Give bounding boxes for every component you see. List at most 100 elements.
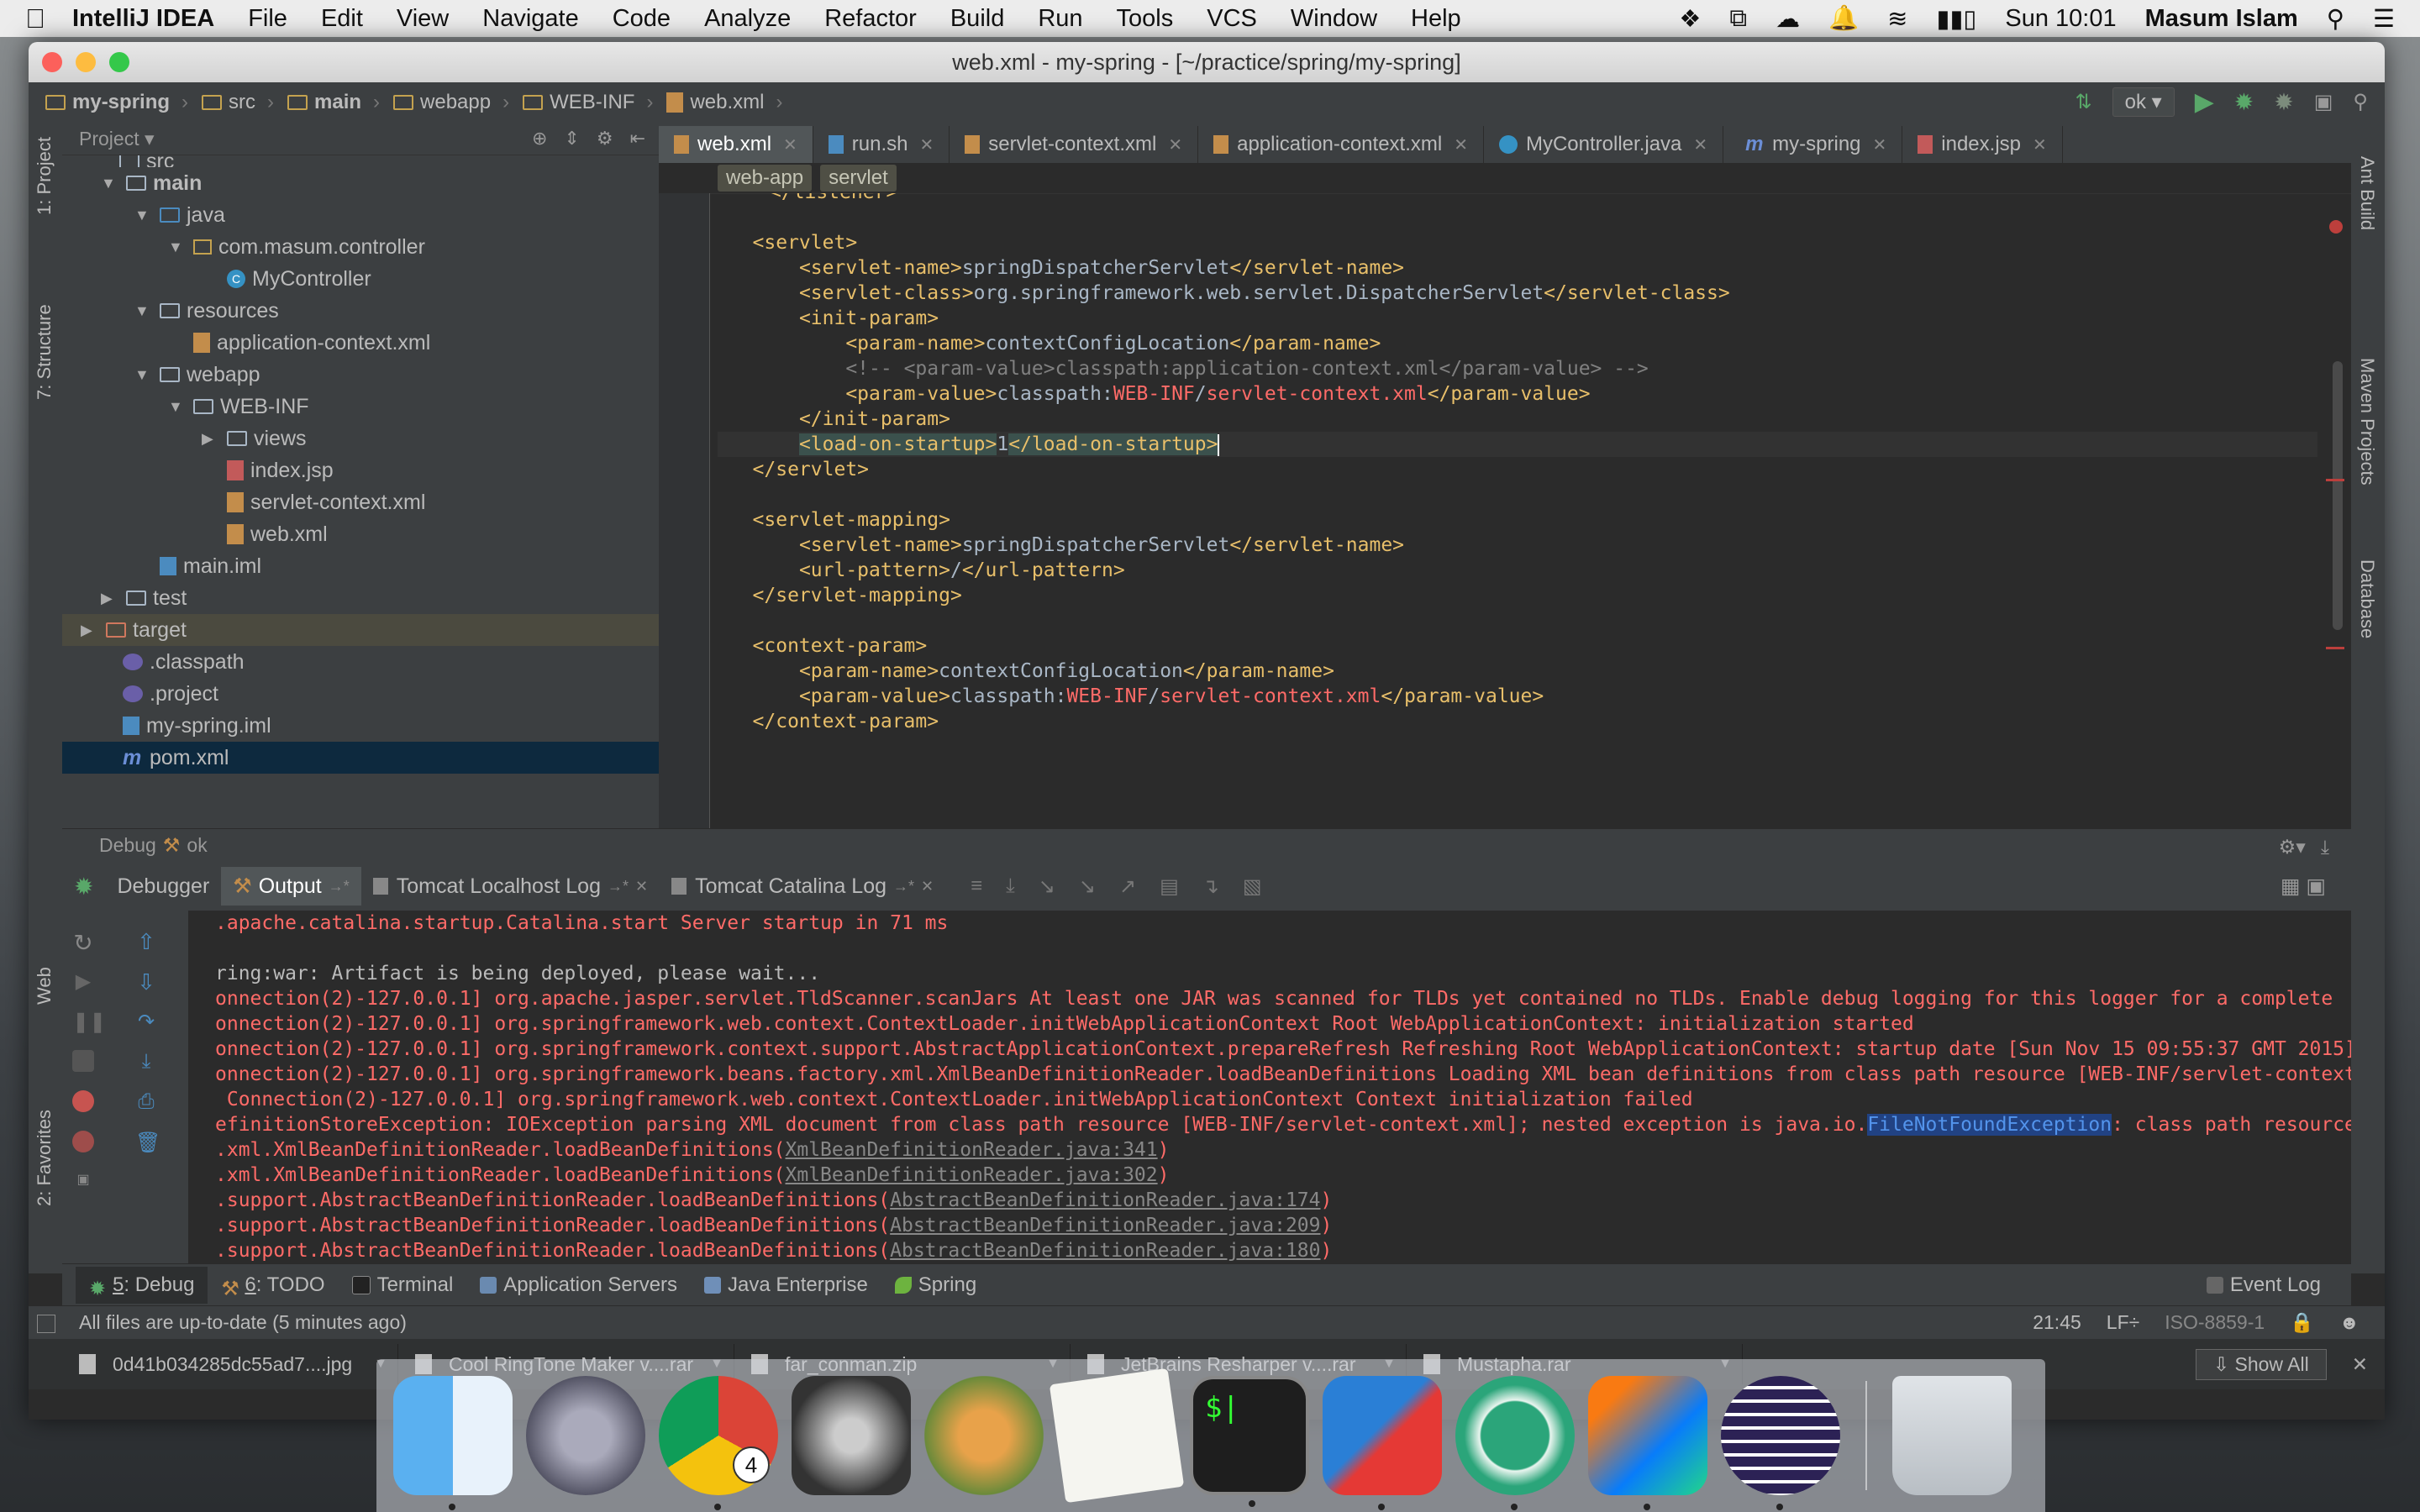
close-downloads-icon[interactable]: ✕ [2352, 1353, 2368, 1376]
close-tab-icon[interactable]: ✕ [1168, 134, 1182, 155]
gear-icon[interactable]: ⚙▾ [2279, 836, 2306, 858]
close-tab-icon[interactable]: ✕ [783, 134, 797, 155]
tree-node-index-jsp[interactable]: index.jsp [62, 454, 659, 486]
project-structure-icon[interactable]: ▣ [2314, 90, 2333, 114]
scroll-to-end-icon[interactable]: ⤓ [135, 1050, 157, 1073]
tree-node-target[interactable]: ▶ target [62, 614, 659, 646]
layout-settings-icon[interactable]: ▦ ▣ [2281, 874, 2326, 899]
intellij-idea-icon[interactable] [1588, 1376, 1707, 1510]
tab-tomcat-catalina-log[interactable]: Tomcat Catalina Log →* ✕ [660, 867, 945, 906]
download-item[interactable]: 0d41b034285dc55ad7....jpg▼ [62, 1344, 398, 1384]
event-log-tool-button[interactable]: Event Log [2193, 1267, 2334, 1304]
stack-trace-link[interactable]: AbstractBeanDefinitionReader.java:180 [890, 1240, 1320, 1262]
terminal-tool-button[interactable]: Terminal [339, 1267, 467, 1304]
cloud-icon[interactable]: ☁ [1776, 4, 1800, 34]
tree-node-project-file[interactable]: .project [62, 678, 659, 710]
tree-node-main[interactable]: ▼ main [62, 167, 659, 199]
expanded-arrow-icon[interactable]: ▼ [134, 302, 153, 320]
notification-bell-icon[interactable]: 🔔 [1828, 4, 1859, 33]
evaluate-expression-icon[interactable]: ▧ [1243, 874, 1262, 899]
screen-icon[interactable]: ⧉ [1729, 5, 1747, 33]
application-servers-tool-button[interactable]: Application Servers [466, 1267, 691, 1304]
minimize-window-button[interactable] [76, 52, 96, 72]
step-out-icon[interactable]: ↗ [1119, 874, 1136, 899]
pin-tab-icon[interactable]: →* [608, 878, 629, 895]
stop-icon[interactable] [72, 1050, 94, 1072]
tree-node-mycontroller[interactable]: C MyController [62, 263, 659, 295]
todo-tool-button[interactable]: ⚒ 6: TODO [208, 1267, 338, 1304]
stack-trace-link[interactable]: AbstractBeanDefinitionReader.java:174 [890, 1189, 1320, 1211]
tab-mycontroller[interactable]: MyController.java ✕ [1484, 126, 1724, 163]
editor-gutter[interactable] [659, 193, 710, 828]
notification-center-icon[interactable]: ☰ [2373, 4, 2395, 34]
error-indicator-icon[interactable] [2329, 220, 2343, 234]
database-tool-tab[interactable]: Database [2356, 559, 2378, 638]
battery-icon[interactable]: ▮▮▯ [1936, 4, 1976, 34]
tree-node-web-inf[interactable]: ▼ WEB-INF [62, 391, 659, 423]
chrome-icon[interactable]: 4 [659, 1376, 778, 1510]
tab-tomcat-localhost-log[interactable]: Tomcat Localhost Log →* ✕ [361, 867, 660, 906]
search-everywhere-icon[interactable]: ⚲ [2353, 90, 2368, 114]
tree-node-web-xml[interactable]: web.xml [62, 518, 659, 550]
stack-trace-link[interactable]: AbstractBeanDefinitionReader.java:209 [890, 1215, 1320, 1236]
editor-scrollbar[interactable] [2326, 193, 2346, 828]
error-stripe-mark[interactable] [2326, 479, 2344, 481]
coverage-icon[interactable]: ✹ [2274, 88, 2293, 116]
breadcrumb-main[interactable]: main › [287, 91, 380, 114]
project-tool-tab[interactable]: 1: Project [34, 137, 55, 215]
step-into-icon[interactable]: ↘ [1039, 874, 1055, 899]
vmware-icon[interactable] [1323, 1376, 1442, 1510]
resume-icon[interactable]: ▶ [72, 969, 94, 993]
menu-edit[interactable]: Edit [321, 5, 363, 33]
pin-tab-icon[interactable]: →* [329, 878, 350, 895]
pause-icon[interactable]: ❚❚ [72, 1010, 106, 1033]
vcs-update-icon[interactable]: ⇅ [2075, 90, 2092, 114]
menu-build[interactable]: Build [950, 5, 1005, 33]
run-to-cursor-icon[interactable]: ↴ [1202, 874, 1219, 899]
atom-icon[interactable] [1455, 1376, 1575, 1510]
menu-refactor[interactable]: Refactor [824, 5, 917, 33]
close-tab-icon[interactable]: ✕ [1693, 134, 1707, 155]
error-stripe-mark[interactable] [2326, 647, 2344, 649]
debug-icon[interactable]: ✹ [2234, 88, 2254, 116]
mute-breakpoints-icon[interactable] [72, 1131, 94, 1152]
lock-icon[interactable]: 🔒 [2290, 1311, 2314, 1334]
scrollbar-thumb[interactable] [2333, 361, 2343, 630]
view-breakpoints-icon[interactable] [72, 1090, 94, 1112]
run-configuration-select[interactable]: ok ▾ [2112, 87, 2175, 117]
rerun-icon[interactable]: ↻ [72, 929, 94, 956]
menubar-app-name[interactable]: IntelliJ IDEA [72, 5, 214, 33]
dropbox-icon[interactable]: ❖ [1679, 4, 1701, 34]
up-arrow-icon[interactable]: ⇧ [135, 929, 157, 954]
menu-run[interactable]: Run [1038, 5, 1082, 33]
show-all-downloads-button[interactable]: ⇩ Show All [2195, 1348, 2327, 1380]
breadcrumb-web-inf[interactable]: WEB-INF › [523, 91, 653, 114]
locate-icon[interactable]: ⊕ [532, 128, 547, 150]
tab-application-context[interactable]: application-context.xml ✕ [1198, 126, 1484, 163]
menu-code[interactable]: Code [613, 5, 671, 33]
terminal-app-icon[interactable]: $| [1190, 1376, 1309, 1507]
close-tab-icon[interactable]: ✕ [2033, 134, 2047, 155]
project-view-select[interactable]: Project ▾ [79, 128, 155, 150]
tree-node-java[interactable]: ▼ java [62, 199, 659, 231]
ant-build-tool-tab[interactable]: Ant Build [2356, 156, 2378, 230]
tab-servlet-context[interactable]: servlet-context.xml ✕ [950, 126, 1199, 163]
breadcrumb-src[interactable]: src › [202, 91, 274, 114]
debug-tool-button[interactable]: ✹ 5: Debug [76, 1266, 208, 1304]
tree-node-test[interactable]: ▶ test [62, 582, 659, 614]
line-separator[interactable]: LF÷ [2107, 1311, 2139, 1334]
tab-debugger[interactable]: Debugger [105, 867, 221, 906]
gear-icon[interactable]: ⚙ [597, 128, 613, 150]
tree-node-main-iml[interactable]: main.iml [62, 550, 659, 582]
clear-all-icon[interactable]: 🗑 [135, 1131, 160, 1154]
tree-node-my-spring-iml[interactable]: my-spring.iml [62, 710, 659, 742]
tab-output[interactable]: ⚒ Output →* [221, 867, 361, 906]
spotlight-search-icon[interactable]: ⚲ [2327, 4, 2344, 34]
show-execution-point-icon[interactable]: ≡ [971, 874, 982, 899]
expanded-arrow-icon[interactable]: ▼ [168, 239, 187, 256]
tree-node-pom-xml[interactable]: m pom.xml [62, 742, 659, 774]
exception-link[interactable]: FileNotFoundException [1867, 1114, 2112, 1136]
favorites-tool-tab[interactable]: 2: Favorites [34, 1110, 55, 1206]
close-tab-icon[interactable]: ✕ [1454, 134, 1468, 155]
close-tab-icon[interactable]: ✕ [921, 878, 934, 895]
